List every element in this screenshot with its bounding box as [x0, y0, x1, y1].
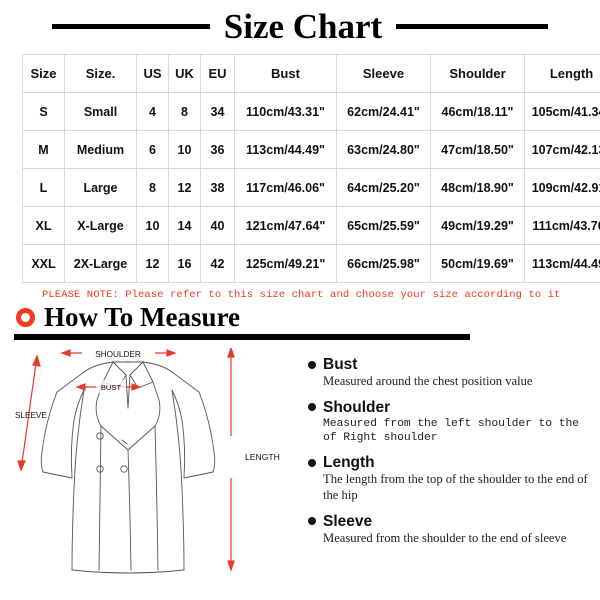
garment-diagram: SHOULDER BUST SLEEVE LENGTH	[0, 348, 300, 580]
bullet-dot-icon	[308, 360, 316, 369]
col-header-us: US	[136, 54, 169, 93]
cell-length: 105cm/41.34"	[524, 92, 600, 131]
cell-sleeve: 65cm/25.59"	[336, 206, 431, 245]
cell-size: S	[22, 92, 65, 131]
cell-size-name: Medium	[64, 130, 137, 169]
measurement-title: Length	[323, 454, 375, 472]
cell-eu: 38	[200, 168, 235, 207]
table-row: XXL 2X-Large 12 16 42 125cm/49.21" 66cm/…	[22, 244, 600, 283]
bullet-dot-icon	[308, 403, 316, 412]
cell-sleeve: 64cm/25.20"	[336, 168, 431, 207]
how-to-measure-heading: How To Measure	[0, 301, 600, 332]
cell-us: 8	[136, 168, 169, 207]
table-header-row: Size Size. US UK EU Bust Sleeve Shoulder…	[22, 54, 600, 93]
cell-shoulder: 49cm/19.29"	[430, 206, 525, 245]
col-header-size-name: Size.	[64, 54, 137, 93]
cell-size-name: Large	[64, 168, 137, 207]
title-rule-right	[396, 23, 549, 29]
bullet-dot-icon	[308, 458, 316, 467]
label-length: LENGTH	[245, 452, 280, 462]
cell-uk: 8	[168, 92, 201, 131]
measure-section: SHOULDER BUST SLEEVE LENGTH Bust Measure…	[0, 340, 600, 574]
measurement-description: Measured around the chest position value	[323, 374, 533, 389]
cell-eu: 40	[200, 206, 235, 245]
cell-eu: 34	[200, 92, 235, 131]
cell-us: 10	[136, 206, 169, 245]
how-to-measure-title: How To Measure	[44, 301, 241, 332]
bullet-dot-icon	[308, 517, 316, 526]
cell-us: 4	[136, 92, 169, 131]
cell-length: 113cm/44.49"	[524, 244, 600, 283]
measurement-item-shoulder: Shoulder Measured from the left shoulder…	[308, 399, 590, 446]
col-header-uk: UK	[168, 54, 201, 93]
table-row: L Large 8 12 38 117cm/46.06" 64cm/25.20"…	[22, 168, 600, 207]
cell-eu: 42	[200, 244, 235, 283]
cell-size: XL	[22, 206, 65, 245]
col-header-sleeve: Sleeve	[336, 54, 431, 93]
cell-sleeve: 66cm/25.98"	[336, 244, 431, 283]
cell-eu: 36	[200, 130, 235, 169]
measurement-item-length: Length The length from the top of the sh…	[308, 454, 590, 504]
cell-size: M	[22, 130, 65, 169]
cell-sleeve: 63cm/24.80"	[336, 130, 431, 169]
col-header-eu: EU	[200, 54, 235, 93]
col-header-length: Length	[524, 54, 600, 93]
cell-us: 12	[136, 244, 169, 283]
label-bust: BUST	[101, 383, 122, 392]
red-ring-icon	[16, 307, 35, 327]
cell-bust: 113cm/44.49"	[234, 130, 337, 169]
table-row: M Medium 6 10 36 113cm/44.49" 63cm/24.80…	[22, 130, 600, 169]
cell-length: 109cm/42.91"	[524, 168, 600, 207]
size-chart-page: Size Chart Size Size. US UK EU Bust Slee…	[0, 0, 600, 600]
measurement-description: The length from the top of the shoulder …	[323, 472, 588, 503]
measurement-description: Measured from the shoulder to the end of…	[323, 530, 567, 545]
measurement-head: Bust	[308, 356, 590, 373]
cell-bust: 125cm/49.21"	[234, 244, 337, 283]
page-title-row: Size Chart	[0, 0, 600, 48]
coat-illustration-svg: SHOULDER BUST SLEEVE LENGTH	[15, 348, 280, 574]
page-title: Size Chart	[223, 6, 383, 46]
cell-shoulder: 50cm/19.69"	[430, 244, 525, 283]
col-header-size: Size	[22, 54, 65, 93]
measurement-title: Shoulder	[323, 398, 391, 416]
cell-shoulder: 46cm/18.11"	[430, 92, 525, 131]
table-row: S Small 4 8 34 110cm/43.31" 62cm/24.41" …	[22, 92, 600, 131]
cell-length: 111cm/43.70"	[524, 206, 600, 245]
measurement-title: Sleeve	[323, 512, 373, 530]
cell-bust: 121cm/47.64"	[234, 206, 337, 245]
measurement-head: Length	[308, 454, 590, 471]
measurement-item-bust: Bust Measured around the chest position …	[308, 356, 590, 390]
cell-size: L	[22, 168, 65, 207]
col-header-shoulder: Shoulder	[430, 54, 525, 93]
cell-shoulder: 48cm/18.90"	[430, 168, 525, 207]
measurement-description: Measured from the left shoulder to the o…	[323, 417, 579, 445]
title-rule-left	[51, 23, 210, 29]
cell-shoulder: 47cm/18.50"	[430, 130, 525, 169]
cell-size-name: Small	[64, 92, 137, 131]
cell-bust: 117cm/46.06"	[234, 168, 337, 207]
col-header-bust: Bust	[234, 54, 337, 93]
cell-uk: 16	[168, 244, 201, 283]
table-row: XL X-Large 10 14 40 121cm/47.64" 65cm/25…	[22, 206, 600, 245]
size-chart-table: Size Size. US UK EU Bust Sleeve Shoulder…	[22, 54, 600, 283]
measurement-list: Bust Measured around the chest position …	[300, 348, 600, 572]
label-shoulder: SHOULDER	[95, 350, 141, 359]
cell-size-name: X-Large	[64, 206, 137, 245]
size-table-wrap: Size Size. US UK EU Bust Sleeve Shoulder…	[0, 48, 600, 283]
measurement-head: Shoulder	[308, 399, 590, 416]
cell-uk: 14	[168, 206, 201, 245]
cell-size-name: 2X-Large	[64, 244, 137, 283]
measurement-head: Sleeve	[308, 513, 590, 530]
measurement-title: Bust	[323, 356, 358, 373]
please-note-text: PLEASE NOTE: Please refer to this size c…	[42, 289, 561, 301]
cell-bust: 110cm/43.31"	[234, 92, 337, 131]
measurement-item-sleeve: Sleeve Measured from the shoulder to the…	[308, 513, 590, 547]
label-sleeve: SLEEVE	[15, 411, 47, 420]
cell-us: 6	[136, 130, 169, 169]
cell-size: XXL	[22, 244, 65, 283]
cell-sleeve: 62cm/24.41"	[336, 92, 431, 131]
cell-uk: 10	[168, 130, 201, 169]
cell-length: 107cm/42.13"	[524, 130, 600, 169]
cell-uk: 12	[168, 168, 201, 207]
